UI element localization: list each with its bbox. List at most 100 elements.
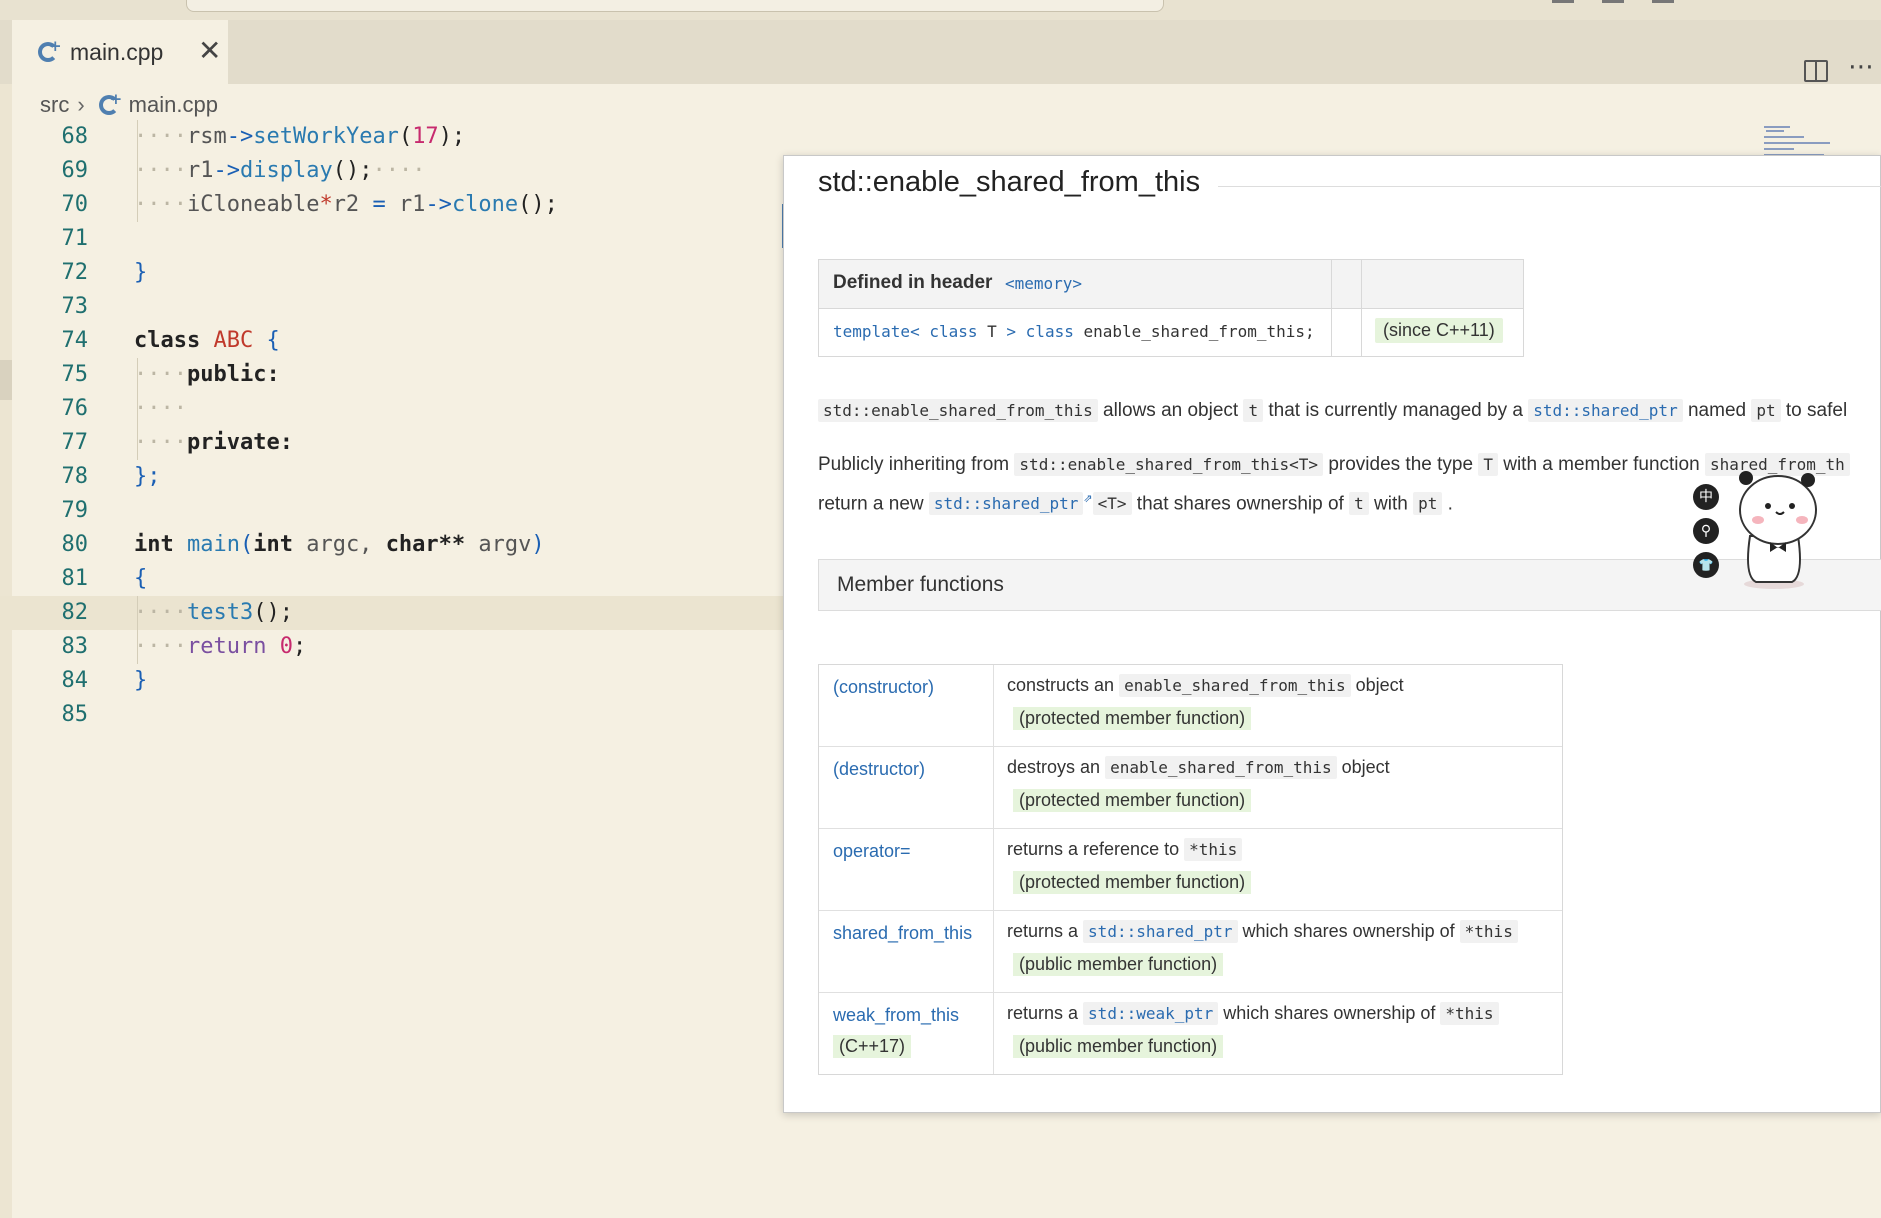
description-paragraph: Publicly inheriting from std::enable_sha… bbox=[818, 450, 1850, 480]
code-line[interactable]: 84} bbox=[0, 664, 790, 698]
member-kind-badge: (public member function) bbox=[1013, 953, 1224, 976]
line-content: ···· bbox=[134, 396, 187, 421]
code-line[interactable]: 70 ····iCloneable*r2 = r1->clone(); bbox=[0, 188, 790, 222]
line-content: }; bbox=[134, 464, 161, 489]
layout-toggle-icon[interactable] bbox=[1602, 0, 1624, 3]
since-badge: (since C++11) bbox=[1375, 318, 1503, 343]
shared-ptr-link[interactable]: std::shared_ptr bbox=[928, 492, 1084, 516]
member-kind-badge: (public member function) bbox=[1013, 1035, 1224, 1058]
line-number: 85 bbox=[61, 702, 89, 727]
line-number: 80 bbox=[61, 532, 89, 557]
code-line[interactable]: 85 bbox=[0, 698, 790, 732]
code-line[interactable]: 73 bbox=[0, 290, 790, 324]
member-link[interactable]: (destructor) bbox=[833, 759, 925, 780]
member-link[interactable]: weak_from_this bbox=[833, 1005, 959, 1026]
code-line[interactable]: 75 ····public: bbox=[0, 358, 790, 392]
code-line[interactable]: 76 ···· bbox=[0, 392, 790, 426]
member-kind-badge: (protected member function) bbox=[1013, 789, 1252, 812]
code-line[interactable]: 81 { bbox=[0, 562, 790, 596]
description-paragraph: std::enable_shared_from_this allows an o… bbox=[818, 396, 1847, 426]
indent-guide bbox=[137, 596, 138, 664]
line-content: } bbox=[134, 260, 148, 285]
line-content: ····rsm->setWorkYear(17); bbox=[134, 124, 466, 149]
split-editor-icon[interactable] bbox=[1804, 60, 1828, 82]
member-functions-table: (constructor) constructs an enable_shared… bbox=[818, 664, 1563, 1075]
code-line[interactable]: 69 ····r1->display();···· bbox=[0, 154, 790, 188]
command-center[interactable] bbox=[186, 0, 1164, 12]
cpp-file-icon: + bbox=[98, 90, 122, 116]
member-description: destroys an enable_shared_from_this obje… bbox=[1007, 756, 1390, 779]
line-content: class ABC { bbox=[134, 328, 280, 353]
table-row: shared_from_this returns a std::shared_pt… bbox=[819, 911, 1562, 993]
code-line[interactable]: 71 bbox=[0, 222, 790, 256]
breadcrumb-folder[interactable]: src bbox=[40, 92, 69, 118]
tab-label: main.cpp bbox=[70, 38, 164, 65]
editor-tab-bar: + main.cpp ✕ ⋯ bbox=[0, 20, 1881, 84]
version-badge: (C++17) bbox=[833, 1035, 912, 1058]
line-content: ····return 0; bbox=[134, 634, 307, 659]
code-line[interactable]: 79 bbox=[0, 494, 790, 528]
table-row: operator= returns a reference to *this (pr… bbox=[819, 829, 1562, 911]
line-number: 71 bbox=[61, 226, 89, 251]
description-paragraph: return a new std::shared_ptr ⇗ <T> that sh… bbox=[818, 492, 1453, 516]
minimap[interactable] bbox=[1764, 120, 1844, 160]
member-description: returns a reference to *this bbox=[1007, 838, 1243, 861]
member-description: returns a std::shared_ptr which shares o… bbox=[1007, 920, 1518, 943]
table-row: (constructor) constructs an enable_shared… bbox=[819, 665, 1562, 747]
layout-toggle-icon[interactable] bbox=[1552, 0, 1574, 3]
code-line[interactable]: 74 class ABC { bbox=[0, 324, 790, 358]
member-kind-badge: (protected member function) bbox=[1013, 871, 1252, 894]
tab-main-cpp[interactable]: + main.cpp ✕ bbox=[12, 20, 228, 84]
template-declaration: template< class T > class enable_shared_… bbox=[833, 322, 1315, 341]
more-actions-icon[interactable]: ⋯ bbox=[1848, 52, 1875, 82]
shirt-icon[interactable]: 👕 bbox=[1693, 552, 1719, 578]
header-file-link[interactable]: <memory> bbox=[1005, 274, 1082, 293]
line-number: 69 bbox=[61, 158, 89, 183]
member-kind-badge: (protected member function) bbox=[1013, 707, 1252, 730]
shared-ptr-link[interactable]: std::shared_ptr bbox=[1528, 399, 1683, 422]
breadcrumb-file[interactable]: main.cpp bbox=[129, 92, 218, 118]
language-icon[interactable]: 中 bbox=[1693, 484, 1719, 510]
indent-guide bbox=[137, 120, 138, 222]
title-bar bbox=[0, 0, 1881, 20]
line-content: ····r1->display();···· bbox=[134, 158, 426, 183]
code-line[interactable]: 78}; bbox=[0, 460, 790, 494]
breadcrumb: src › + main.cpp bbox=[40, 90, 218, 120]
code-line[interactable]: 82 ····test3(); bbox=[0, 596, 790, 630]
line-number: 76 bbox=[61, 396, 89, 421]
close-icon[interactable]: ✕ bbox=[198, 36, 221, 66]
line-number: 72 bbox=[61, 260, 89, 285]
member-description: returns a std::weak_ptr which shares own… bbox=[1007, 1002, 1499, 1025]
code-line[interactable]: 77 ····private: bbox=[0, 426, 790, 460]
line-number: 82 bbox=[61, 600, 89, 625]
member-link[interactable]: operator= bbox=[833, 841, 911, 862]
code-line[interactable]: 72} bbox=[0, 256, 790, 290]
member-link[interactable]: (constructor) bbox=[833, 677, 934, 698]
doc-title: std::enable_shared_from_this bbox=[818, 166, 1219, 199]
hover-documentation-panel[interactable]: std::enable_shared_from_this Defined in … bbox=[783, 155, 1881, 1113]
search-icon[interactable]: ⚲ bbox=[1693, 518, 1719, 544]
header-label: Defined in header bbox=[833, 272, 993, 293]
line-number: 73 bbox=[61, 294, 89, 319]
code-line[interactable]: 83 ····return 0; bbox=[0, 630, 790, 664]
line-number: 77 bbox=[61, 430, 89, 455]
line-content: ····private: bbox=[134, 430, 293, 455]
line-number: 81 bbox=[61, 566, 89, 591]
line-number: 84 bbox=[61, 668, 89, 693]
code-line[interactable]: 80 int main(int argc, char** argv) bbox=[0, 528, 790, 562]
member-link[interactable]: shared_from_this bbox=[833, 923, 972, 944]
line-number: 78 bbox=[61, 464, 89, 489]
member-functions-section[interactable]: Member functions bbox=[818, 559, 1881, 611]
code-line[interactable]: 68 ····rsm->setWorkYear(17); bbox=[0, 120, 790, 154]
type-link[interactable]: std::weak_ptr bbox=[1083, 1002, 1219, 1025]
line-content: ····iCloneable*r2 = r1->clone(); bbox=[134, 192, 558, 217]
line-number: 70 bbox=[61, 192, 89, 217]
line-number: 83 bbox=[61, 634, 89, 659]
external-link-icon: ⇗ bbox=[1083, 493, 1093, 505]
layout-toggle-icon[interactable] bbox=[1652, 0, 1674, 3]
line-content: int main(int argc, char** argv) bbox=[134, 532, 545, 557]
header-info-table: Defined in header <memory> template< cla… bbox=[818, 259, 1524, 357]
line-content: ····public: bbox=[134, 362, 280, 387]
type-link[interactable]: std::shared_ptr bbox=[1083, 920, 1238, 943]
line-content: { bbox=[134, 566, 148, 591]
